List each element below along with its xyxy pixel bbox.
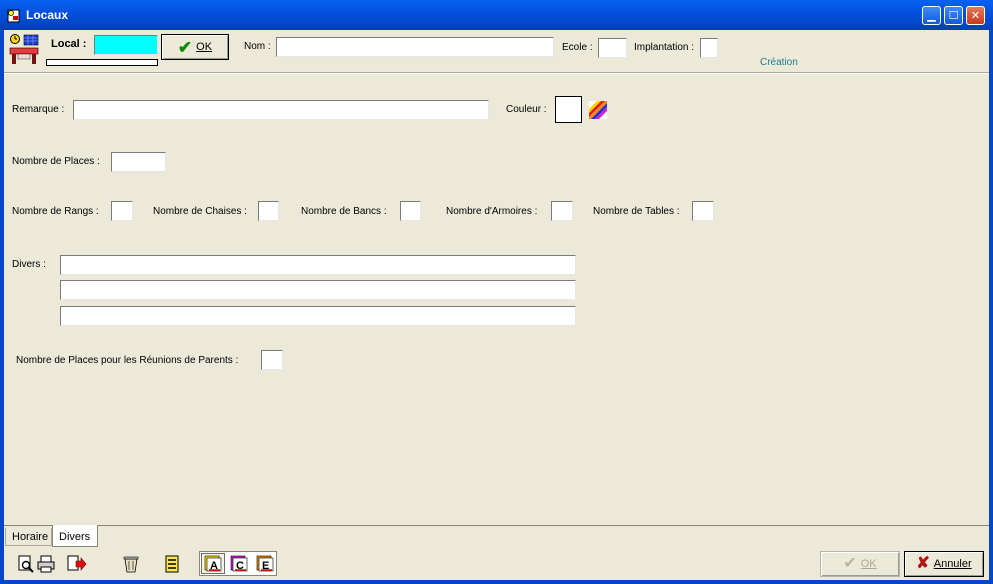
couleur-label: Couleur :	[506, 104, 547, 115]
cancel-x-icon: ✘	[916, 555, 930, 572]
couleur-swatch[interactable]	[555, 96, 582, 123]
locaux-app-icon	[6, 8, 22, 24]
print-icon[interactable]	[37, 555, 55, 573]
divers-line-2[interactable]	[60, 280, 576, 300]
bancs-input[interactable]	[400, 201, 421, 221]
ok-bottom-button[interactable]: ✔ OK	[820, 551, 900, 577]
ok-top-button[interactable]: ✔ OK	[161, 34, 229, 60]
trash-icon[interactable]	[122, 555, 140, 573]
chaises-input[interactable]	[258, 201, 279, 221]
armoires-input[interactable]	[551, 201, 573, 221]
list-icon[interactable]	[163, 555, 181, 573]
ok-bottom-label: OK	[860, 558, 877, 570]
minimize-icon: ▁	[927, 9, 936, 22]
maximize-icon: ☐	[948, 9, 959, 22]
nom-input[interactable]	[276, 37, 554, 57]
armoires-label: Nombre d'Armoires :	[446, 206, 538, 217]
implantation-input[interactable]	[700, 38, 718, 58]
minimize-button[interactable]: ▁	[922, 6, 941, 25]
divers-line-1[interactable]	[60, 255, 576, 275]
tab-divers[interactable]: Divers	[52, 525, 98, 547]
places-input[interactable]	[111, 152, 166, 172]
locaux-module-icon	[8, 33, 40, 65]
reunions-label: Nombre de Places pour les Réunions de Pa…	[16, 355, 239, 366]
divers-line-3[interactable]	[60, 306, 576, 326]
annuler-button[interactable]: ✘ Annuler	[904, 551, 984, 577]
export-icon[interactable]	[67, 555, 87, 573]
chaises-label: Nombre de Chaises :	[153, 206, 247, 217]
divers-label: Divers :	[12, 259, 46, 270]
tables-label: Nombre de Tables :	[593, 206, 680, 217]
check-disabled-icon: ✔	[843, 555, 857, 572]
close-icon: ✕	[970, 9, 981, 22]
ecole-input[interactable]	[598, 38, 627, 58]
format-e-icon[interactable]: E	[253, 553, 277, 574]
color-palette-icon[interactable]	[589, 101, 607, 119]
preview-icon[interactable]	[17, 555, 35, 573]
tab-horaire-label: Horaire	[12, 531, 49, 543]
tab-horaire[interactable]: Horaire	[5, 528, 52, 546]
implantation-label: Implantation :	[634, 42, 695, 53]
close-button[interactable]: ✕	[966, 6, 985, 25]
format-a-icon[interactable]: A	[201, 553, 225, 574]
places-label: Nombre de Places :	[12, 156, 100, 167]
rangs-input[interactable]	[111, 201, 133, 221]
window-title: Locaux	[26, 8, 69, 22]
remarque-label: Remarque :	[12, 104, 65, 115]
ecole-label: Ecole :	[562, 42, 593, 53]
tables-input[interactable]	[692, 201, 714, 221]
local-label: Local :	[51, 38, 87, 50]
format-c-icon[interactable]: C	[227, 553, 251, 574]
local-input[interactable]	[94, 35, 158, 55]
tab-divers-label: Divers	[59, 531, 91, 543]
ok-top-label: OK	[196, 41, 213, 53]
check-icon: ✔	[177, 37, 193, 57]
title-bar[interactable]	[0, 0, 993, 30]
annuler-label: Annuler	[933, 558, 972, 570]
rangs-label: Nombre de Rangs :	[12, 206, 99, 217]
nom-label: Nom :	[244, 41, 271, 52]
remarque-input[interactable]	[73, 100, 489, 120]
maximize-button[interactable]: ☐	[944, 6, 963, 25]
toolbar-separator-highlight	[4, 73, 989, 74]
mode-status-text: Création	[760, 57, 798, 68]
bancs-label: Nombre de Bancs :	[301, 206, 387, 217]
reunions-input[interactable]	[261, 350, 283, 370]
tabs-baseline	[4, 525, 989, 526]
local-progress-bar	[46, 59, 158, 66]
